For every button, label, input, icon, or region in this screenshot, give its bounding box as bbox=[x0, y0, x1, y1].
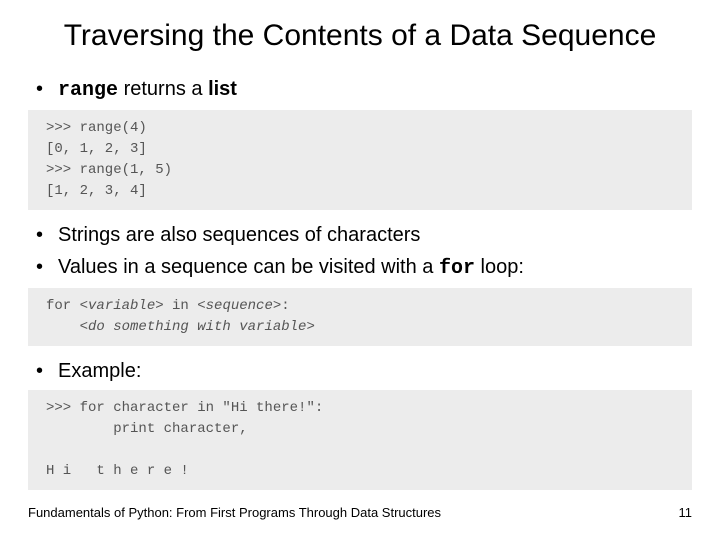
bullet-for-loop: Values in a sequence can be visited with… bbox=[28, 254, 692, 282]
slide-title: Traversing the Contents of a Data Sequen… bbox=[28, 18, 692, 54]
code-body: <do something with variable> bbox=[80, 319, 315, 335]
text-values: Values in a sequence can be visited with… bbox=[58, 256, 439, 278]
bullet-strings: Strings are also sequences of characters bbox=[28, 222, 692, 248]
code-line: >>> range(1, 5) bbox=[46, 162, 172, 178]
code-range: range bbox=[58, 79, 118, 102]
code-block-range: >>> range(4) [0, 1, 2, 3] >>> range(1, 5… bbox=[28, 110, 692, 210]
code-line: [1, 2, 3, 4] bbox=[46, 183, 147, 199]
code-seq: <sequence> bbox=[197, 298, 281, 314]
code-line: [0, 1, 2, 3] bbox=[46, 141, 147, 157]
slide: Traversing the Contents of a Data Sequen… bbox=[0, 0, 720, 540]
page-number: 11 bbox=[679, 505, 693, 520]
text-loop: loop: bbox=[475, 256, 524, 278]
bullet-range-list: range returns a list bbox=[28, 76, 692, 104]
code-block-for-syntax: for <variable> in <sequence>: <do someth… bbox=[28, 288, 692, 346]
code-for: for bbox=[439, 257, 475, 280]
code-indent bbox=[46, 319, 80, 335]
code-colon: : bbox=[281, 298, 289, 314]
code-kw: for bbox=[46, 298, 80, 314]
code-block-example: >>> for character in "Hi there!": print … bbox=[28, 390, 692, 490]
bullet-example: Example: bbox=[28, 358, 692, 384]
text-returns: returns a bbox=[118, 78, 208, 100]
footer-text: Fundamentals of Python: From First Progr… bbox=[28, 505, 441, 520]
code-line: >>> for character in "Hi there!": bbox=[46, 400, 323, 416]
code-kw: in bbox=[164, 298, 198, 314]
code-line: print character, bbox=[46, 421, 248, 437]
text-list: list bbox=[208, 78, 237, 100]
footer: Fundamentals of Python: From First Progr… bbox=[28, 505, 692, 520]
code-output: H i t h e r e ! bbox=[46, 463, 189, 479]
code-line: >>> range(4) bbox=[46, 120, 147, 136]
code-var: <variable> bbox=[80, 298, 164, 314]
